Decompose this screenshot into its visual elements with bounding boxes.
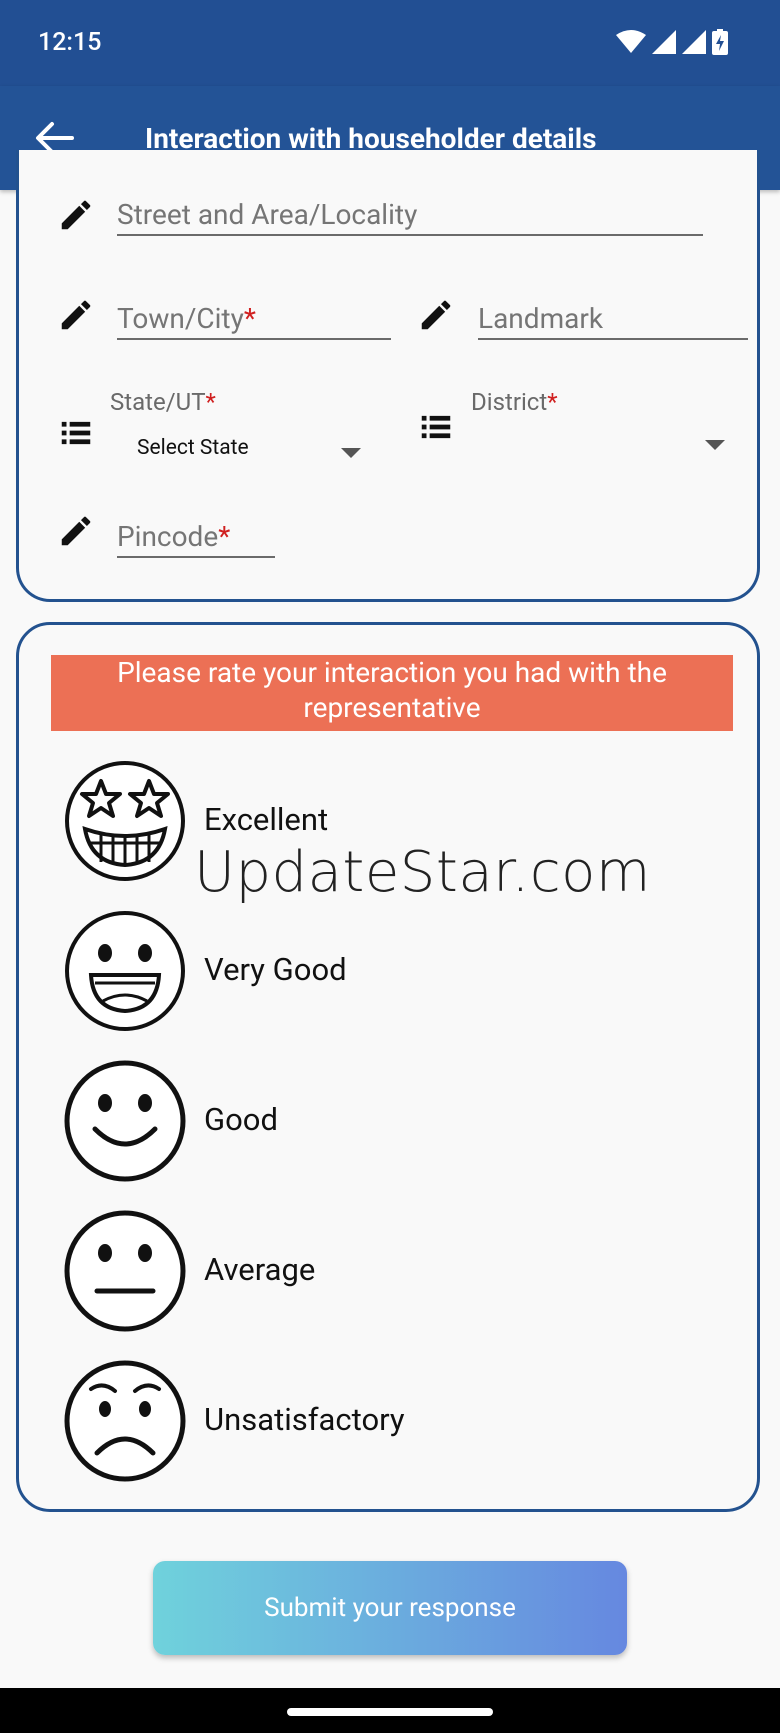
- street-input[interactable]: [117, 194, 703, 236]
- pencil-icon: [61, 516, 91, 546]
- submit-button[interactable]: Submit your response: [153, 1561, 627, 1655]
- rating-option-unsatisfactory[interactable]: Unsatisfactory: [63, 1359, 703, 1483]
- signal-icon: [682, 30, 706, 54]
- rating-option-very-good[interactable]: Very Good: [63, 909, 703, 1033]
- pincode-input[interactable]: [117, 516, 275, 558]
- rating-option-average[interactable]: Average: [63, 1209, 703, 1333]
- state-select[interactable]: Select State: [109, 426, 369, 470]
- chevron-down-icon: [341, 448, 361, 458]
- pencil-icon: [61, 300, 91, 330]
- list-icon: [61, 421, 91, 445]
- address-card: Street and Area/Locality Town/City* Land…: [16, 150, 760, 602]
- signal-icon: [652, 30, 676, 54]
- wifi-icon: [616, 30, 646, 53]
- district-select[interactable]: [469, 420, 739, 464]
- battery-icon: [712, 29, 728, 55]
- rating-option-label: Unsatisfactory: [204, 1401, 405, 1438]
- neutral-face-icon: [64, 1210, 186, 1332]
- sad-face-icon: [64, 1360, 186, 1482]
- pencil-icon: [421, 300, 451, 330]
- status-bar: 12:15: [0, 0, 780, 86]
- home-gesture-handle[interactable]: [287, 1708, 493, 1716]
- rating-prompt-banner: Please rate your interaction you had wit…: [51, 655, 733, 731]
- chevron-down-icon: [705, 440, 725, 450]
- town-input[interactable]: [117, 298, 391, 340]
- pencil-icon: [61, 200, 91, 230]
- smile-face-icon: [64, 1060, 186, 1182]
- state-select-value: Select State: [137, 436, 249, 460]
- watermark: UpdateStar.com: [194, 840, 651, 905]
- rating-card: Please rate your interaction you had wit…: [16, 622, 760, 1512]
- state-label: State/UT*: [110, 388, 216, 416]
- system-nav-bar: [0, 1688, 780, 1733]
- rating-option-label: Average: [204, 1251, 316, 1288]
- district-label: District*: [471, 388, 558, 416]
- star-eyes-face-icon: [65, 761, 185, 881]
- rating-option-label: Good: [204, 1101, 278, 1138]
- status-icons: [616, 28, 728, 56]
- rating-option-good[interactable]: Good: [63, 1059, 703, 1183]
- rating-option-label: Very Good: [204, 951, 347, 988]
- landmark-input[interactable]: [478, 298, 748, 340]
- list-icon: [421, 415, 451, 439]
- grin-face-icon: [65, 911, 185, 1031]
- status-time: 12:15: [38, 28, 102, 57]
- rating-option-label: Excellent: [204, 801, 329, 838]
